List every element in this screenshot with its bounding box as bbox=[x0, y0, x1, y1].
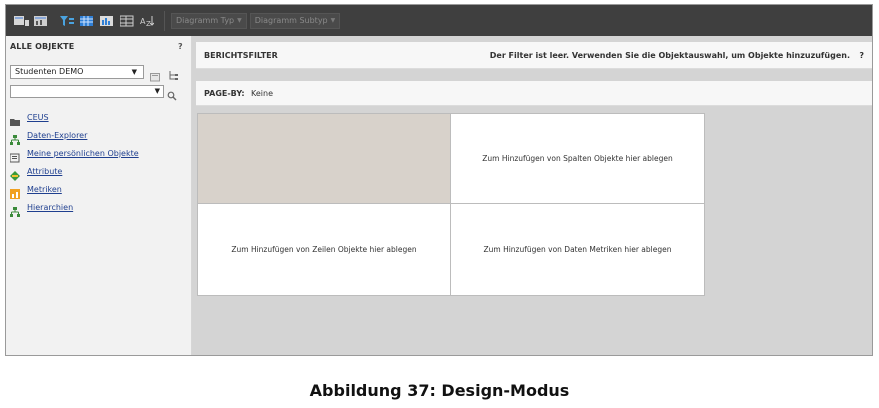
chevron-down-icon: ▼ bbox=[237, 16, 242, 24]
filter-icon[interactable] bbox=[60, 15, 74, 27]
report-filter-message: Der Filter ist leer. Verwenden Sie die O… bbox=[489, 51, 850, 60]
toolbar-separator bbox=[164, 10, 165, 31]
corner-cell bbox=[198, 114, 451, 204]
attribute-icon bbox=[10, 166, 20, 181]
layout-icon[interactable] bbox=[120, 15, 134, 27]
page-by-bar[interactable]: PAGE-BY: Keine bbox=[196, 81, 872, 106]
chevron-down-icon: ▼ bbox=[131, 68, 137, 76]
figure-caption: Abbildung 37: Design-Modus bbox=[309, 381, 570, 400]
metrics-drop-zone[interactable]: Zum Hinzufügen von Daten Metriken hier a… bbox=[451, 204, 704, 295]
table-view-icon[interactable] bbox=[80, 15, 94, 27]
metric-icon bbox=[10, 184, 20, 199]
tree-item-label[interactable]: Daten-Explorer bbox=[27, 131, 87, 140]
new-folder-icon[interactable] bbox=[150, 67, 160, 82]
tree-item-hierarchien[interactable]: Hierarchien bbox=[10, 198, 139, 217]
tree-item-label[interactable]: Attribute bbox=[27, 167, 62, 176]
folder-icon bbox=[10, 112, 20, 126]
tree-item-ceus[interactable]: CEUS bbox=[10, 108, 139, 126]
diagramm-typ-label: Diagramm Typ bbox=[176, 15, 235, 25]
tree-item-label[interactable]: Metriken bbox=[27, 185, 62, 194]
report-filter-help-button[interactable]: ? bbox=[859, 51, 864, 60]
diagramm-subtyp-label: Diagramm Subtyp bbox=[254, 15, 328, 25]
graph-view-icon[interactable] bbox=[100, 15, 114, 27]
project-select[interactable]: Studenten DEMO ▼ bbox=[10, 65, 144, 79]
hierarchy-icon bbox=[10, 130, 20, 145]
tree-item-attribute[interactable]: Attribute bbox=[10, 162, 139, 181]
tree-item-label[interactable]: Meine persönlichen Objekte bbox=[27, 149, 139, 158]
report-design-area: BERICHTSFILTER Der Filter ist leer. Verw… bbox=[192, 36, 872, 355]
columns-drop-zone[interactable]: Zum Hinzufügen von Spalten Objekte hier … bbox=[451, 114, 704, 204]
report-grid-dropzone: Zum Hinzufügen von Spalten Objekte hier … bbox=[197, 113, 705, 296]
grid-graph-view-icon[interactable] bbox=[34, 15, 48, 27]
search-icon[interactable] bbox=[167, 86, 177, 101]
report-filter-bar[interactable]: BERICHTSFILTER Der Filter ist leer. Verw… bbox=[196, 42, 872, 69]
tree-view-icon[interactable] bbox=[168, 66, 180, 80]
page-by-label: PAGE-BY: bbox=[204, 89, 245, 98]
hierarchy-icon bbox=[10, 202, 20, 217]
personal-folder-icon bbox=[9, 148, 20, 163]
application-window: AZ Diagramm Typ ▼ Diagramm Subtyp ▼ ALLE O… bbox=[5, 4, 873, 356]
object-tree: CEUS Daten-Explorer Meine persönlichen O… bbox=[9, 108, 139, 217]
chevron-down-icon: ▼ bbox=[330, 16, 336, 24]
toolbar: AZ Diagramm Typ ▼ Diagramm Subtyp ▼ bbox=[6, 5, 872, 36]
rows-drop-zone[interactable]: Zum Hinzufügen von Zeilen Objekte hier a… bbox=[198, 204, 451, 295]
sort-icon[interactable]: AZ bbox=[140, 15, 154, 27]
tree-item-label[interactable]: Hierarchien bbox=[27, 203, 73, 212]
diagramm-typ-dropdown[interactable]: Diagramm Typ ▼ bbox=[171, 12, 247, 29]
report-filter-title: BERICHTSFILTER bbox=[204, 51, 278, 60]
tree-item-metriken[interactable]: Metriken bbox=[10, 180, 139, 199]
panel-help-button[interactable]: ? bbox=[178, 42, 183, 51]
tree-item-daten-explorer[interactable]: Daten-Explorer bbox=[10, 126, 139, 145]
search-input[interactable]: ▼ bbox=[10, 85, 164, 98]
panel-title: ALLE OBJEKTE bbox=[10, 42, 75, 51]
page-by-value: Keine bbox=[251, 89, 273, 98]
tree-item-meine-persoenlichen-objekte[interactable]: Meine persönlichen Objekte bbox=[9, 144, 139, 163]
object-browser-panel: ALLE OBJEKTE ? Studenten DEMO ▼ ▼ CEUS D… bbox=[6, 36, 192, 355]
diagramm-subtyp-dropdown[interactable]: Diagramm Subtyp ▼ bbox=[249, 12, 341, 29]
project-select-value: Studenten DEMO bbox=[15, 67, 84, 76]
grid-view-icon[interactable] bbox=[14, 15, 29, 27]
chevron-down-icon: ▼ bbox=[154, 87, 160, 95]
tree-item-label[interactable]: CEUS bbox=[27, 113, 49, 122]
